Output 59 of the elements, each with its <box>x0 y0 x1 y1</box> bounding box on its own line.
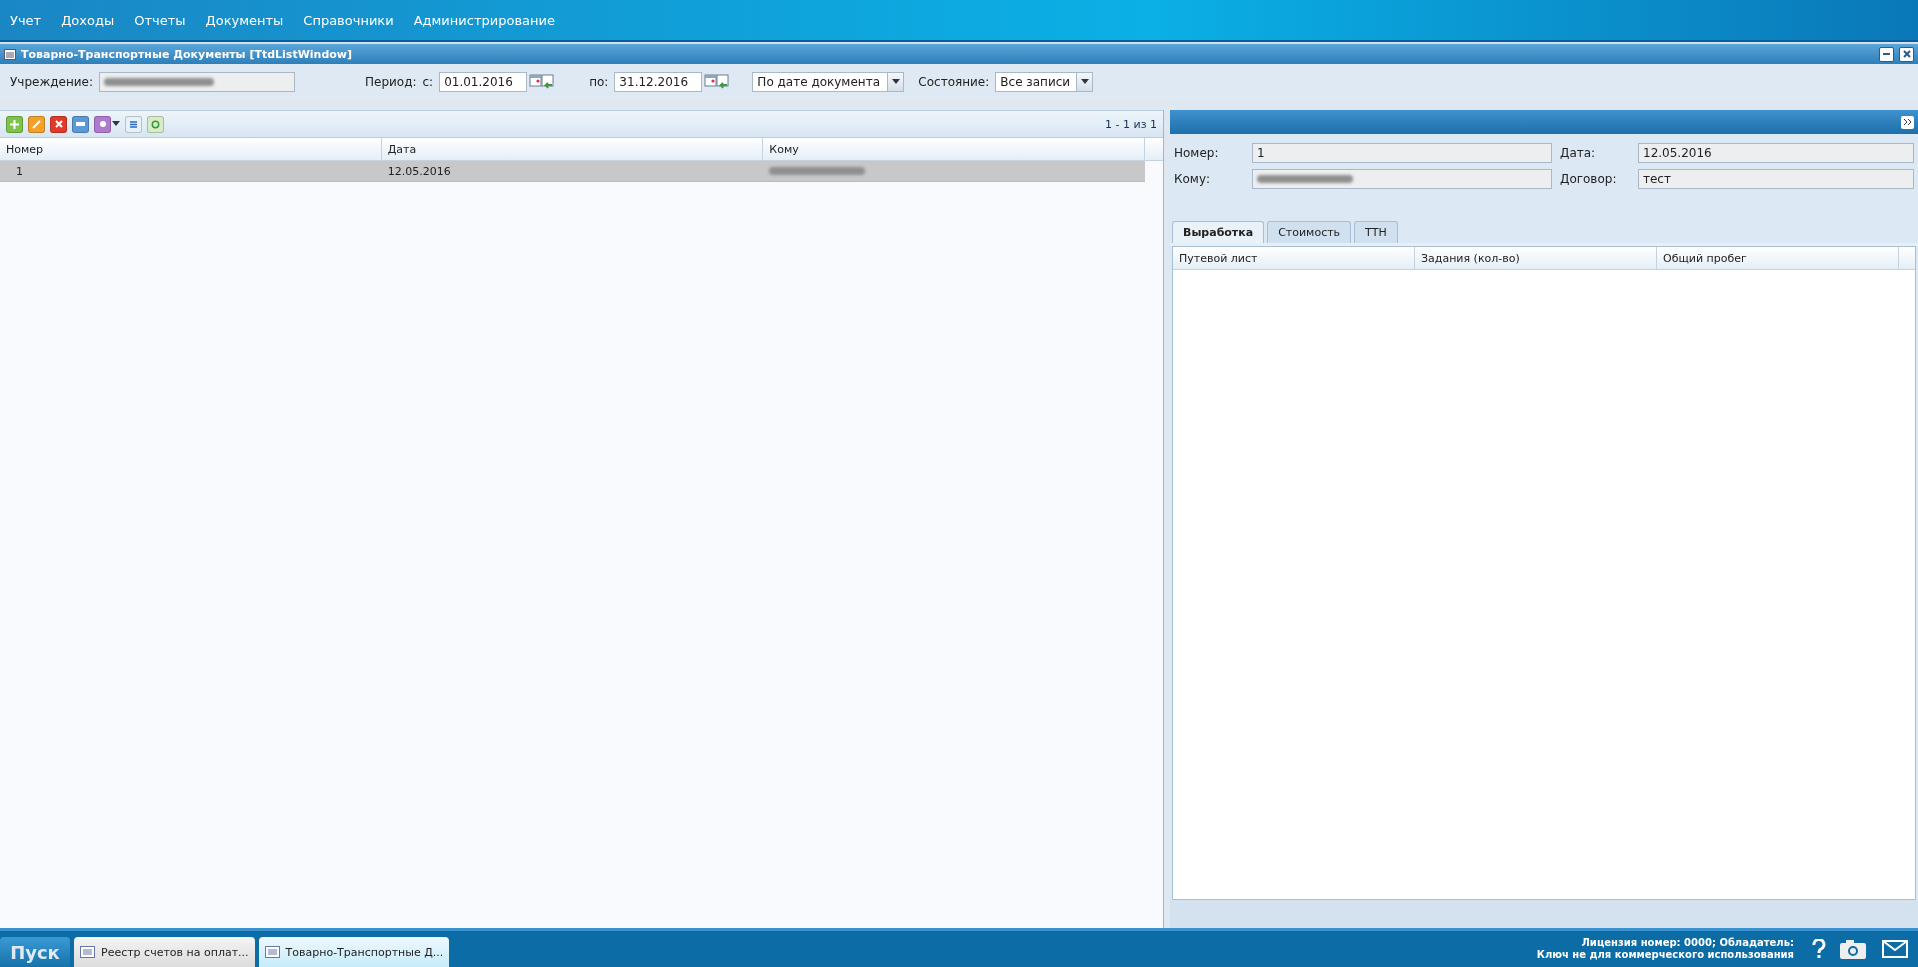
form-field[interactable]: тест <box>1638 169 1914 189</box>
window-title: Товарно-Транспортные Документы [TtdListWindow] <box>21 47 353 61</box>
institution-field[interactable] <box>98 72 295 92</box>
menu-item[interactable]: Доходы <box>53 8 123 32</box>
field-label: Учреждение: <box>10 75 93 89</box>
tab[interactable]: Выработка <box>1172 221 1265 243</box>
pencil-icon[interactable] <box>28 115 45 133</box>
column-header[interactable]: Номер <box>0 138 382 160</box>
menu-item[interactable]: Отчеты <box>126 8 194 32</box>
camera-icon[interactable] <box>1840 939 1866 959</box>
column-header[interactable]: Общий пробег <box>1657 247 1899 269</box>
form-field[interactable] <box>1252 169 1552 189</box>
field-label: Номер: <box>1174 146 1220 160</box>
field-label: Кому: <box>1174 172 1212 186</box>
collapse-icon[interactable] <box>1901 115 1914 129</box>
list-icon <box>4 48 16 60</box>
form-field[interactable]: 1 <box>1252 143 1552 163</box>
window-icon <box>80 946 95 958</box>
caret-icon[interactable] <box>112 121 120 127</box>
column-header[interactable]: Путевой лист <box>1173 247 1415 269</box>
mail-icon[interactable] <box>1882 940 1908 958</box>
column-header[interactable]: Дата <box>381 138 764 160</box>
field-label: Период: <box>364 75 417 89</box>
field-label: по: <box>589 75 609 89</box>
column-header[interactable]: Задания (кол-во) <box>1415 247 1657 269</box>
taskbar-item[interactable]: Товарно-Транспортные Д... <box>258 937 450 967</box>
field-label: с: <box>422 75 434 89</box>
calendar-icon[interactable] <box>529 73 556 91</box>
tab[interactable]: Стоимость <box>1267 221 1352 243</box>
license-text: Лицензия номер: 0000; Обладатель: <box>1580 937 1794 949</box>
minimize-icon[interactable] <box>1879 46 1894 62</box>
state-select[interactable]: Все записи <box>995 72 1078 92</box>
list-icon[interactable] <box>125 115 142 133</box>
field-label: Дата: <box>1560 146 1597 160</box>
menu-item[interactable]: Учет <box>2 8 50 32</box>
form-field[interactable]: 12.05.2016 <box>1638 143 1914 163</box>
help-icon[interactable] <box>1812 939 1826 959</box>
field-label: Состояние: <box>918 75 990 89</box>
table-row[interactable]: 1 12.05.2016 <box>0 161 1145 182</box>
pager-text: 1 - 1 из 1 <box>1105 117 1157 131</box>
date-mode-select[interactable]: По дате документа <box>752 72 889 92</box>
refresh-icon[interactable] <box>147 115 164 133</box>
table-cell: 12.05.2016 <box>387 164 451 178</box>
license-text: Ключ не для коммерческого использования <box>1536 949 1794 961</box>
window-icon <box>264 946 280 958</box>
calendar-icon[interactable] <box>704 73 731 91</box>
close-icon[interactable] <box>1899 46 1914 62</box>
caret-icon[interactable] <box>1077 72 1094 92</box>
date-field[interactable]: 01.01.2016 <box>439 72 528 92</box>
add-icon[interactable] <box>6 115 23 133</box>
taskbar-item[interactable]: Реестр счетов на оплат... <box>74 937 255 967</box>
delete-icon[interactable] <box>50 115 67 133</box>
tab[interactable]: ТТН <box>1354 221 1398 243</box>
table-cell-text: 1 <box>15 164 23 178</box>
field-label: Договор: <box>1560 172 1618 186</box>
date-field[interactable]: 31.12.2016 <box>614 72 703 92</box>
column-header[interactable]: Кому <box>763 138 1145 160</box>
caret-icon[interactable] <box>888 72 905 92</box>
menu-item[interactable]: Документы <box>197 8 292 32</box>
